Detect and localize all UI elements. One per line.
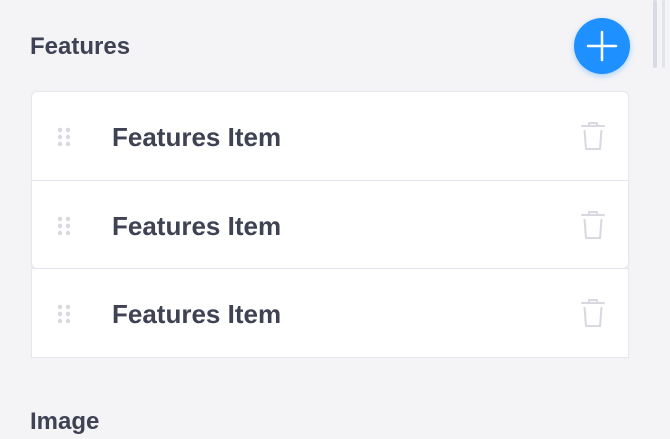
list-item[interactable]: Features Item [31, 268, 629, 358]
add-feature-button[interactable] [574, 18, 630, 74]
list-item-label: Features Item [112, 122, 282, 152]
drag-handle-icon[interactable] [56, 304, 72, 324]
delete-item-button[interactable] [580, 121, 606, 151]
delete-item-button[interactable] [580, 210, 606, 240]
scrollbar-track [662, 0, 665, 68]
drag-handle-icon[interactable] [56, 216, 72, 236]
list-item[interactable]: Features Item [31, 91, 629, 181]
trash-icon [581, 122, 605, 150]
features-section-title: Features [30, 33, 131, 60]
plus-icon [586, 30, 618, 62]
list-item-label: Features Item [112, 211, 282, 241]
trash-icon [581, 299, 605, 327]
trash-icon [581, 211, 605, 239]
list-item[interactable]: Features Item [31, 180, 629, 269]
features-list: Features Item Features Item Features Ite… [31, 91, 629, 358]
list-item-label: Features Item [112, 299, 282, 329]
drag-handle-icon[interactable] [56, 127, 72, 147]
scrollbar[interactable] [653, 0, 657, 68]
delete-item-button[interactable] [580, 298, 606, 328]
image-section-title: Image [30, 408, 100, 435]
